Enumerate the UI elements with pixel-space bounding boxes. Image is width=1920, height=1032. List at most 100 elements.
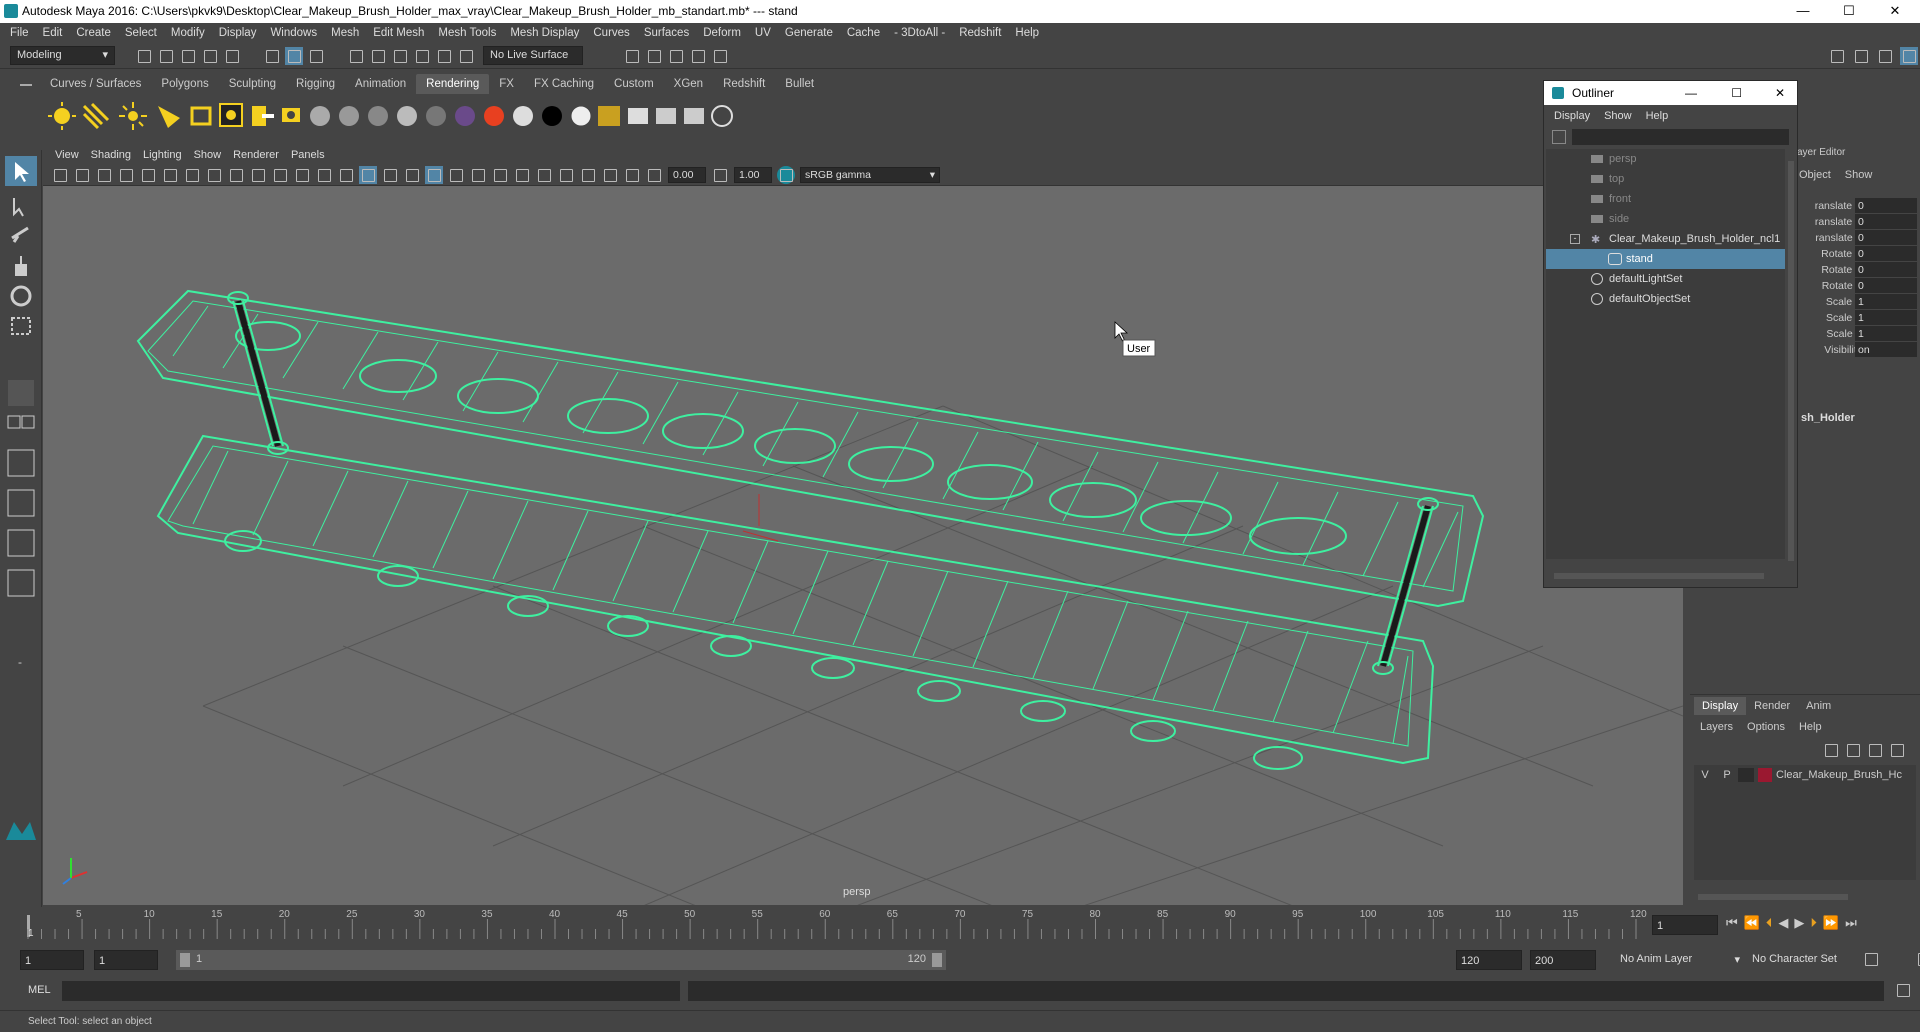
outliner-item-stand[interactable]: stand — [1546, 249, 1785, 269]
playback-start-field[interactable]: 1 — [94, 950, 158, 970]
shelf-tab-sculpting[interactable]: Sculpting — [219, 74, 286, 94]
hypershade-icon[interactable] — [711, 47, 729, 65]
channel-row[interactable]: Scale X1 — [1795, 294, 1920, 310]
panel-menu-view[interactable]: View — [55, 149, 79, 161]
area-light-icon[interactable] — [190, 106, 212, 126]
layer-tab-anim[interactable]: Anim — [1798, 697, 1839, 715]
maximize-button[interactable]: ☐ — [1826, 0, 1872, 23]
layout-hypershade-icon[interactable] — [7, 569, 35, 597]
animation-start-field[interactable]: 1 — [20, 950, 84, 970]
shelf-menu-icon[interactable] — [20, 84, 32, 86]
outliner-vertical-scrollbar[interactable] — [1788, 161, 1794, 561]
shelf-tab-fx[interactable]: FX — [489, 74, 524, 94]
layer-tab-render[interactable]: Render — [1746, 697, 1798, 715]
channel-row[interactable]: Rotate X0 — [1795, 246, 1920, 262]
time-slider-ruler[interactable]: 1 5 10 15 20 25 30 35 40 45 50 55 60 65 70 75 80 85 90 95 1… — [0, 907, 1660, 947]
channel-row[interactable]: ranslate Y0 — [1795, 214, 1920, 230]
menu-curves[interactable]: Curves — [593, 27, 629, 39]
move-layer-down-icon[interactable] — [1844, 741, 1862, 759]
open-scene-icon[interactable] — [157, 47, 175, 65]
shadows-icon[interactable] — [469, 166, 487, 184]
directional-light-icon[interactable] — [82, 102, 110, 130]
close-button[interactable]: ✕ — [1775, 81, 1785, 105]
menu-edit-mesh[interactable]: Edit Mesh — [373, 27, 424, 39]
select-camera-icon[interactable] — [51, 166, 69, 184]
film-gate-icon[interactable] — [205, 166, 223, 184]
channel-value[interactable]: 0 — [1855, 262, 1917, 277]
step-back-frame-icon[interactable]: ⏴ — [1766, 915, 1779, 931]
brush-holder-wireframe[interactable] — [136, 289, 1485, 770]
go-to-start-icon[interactable]: ⏮ — [1726, 915, 1744, 931]
shelf-tab-custom[interactable]: Custom — [604, 74, 664, 94]
magnet-icon[interactable] — [457, 47, 475, 65]
menu-mesh-tools[interactable]: Mesh Tools — [438, 27, 496, 39]
wireframe-on-shaded-icon[interactable] — [381, 166, 399, 184]
exposure-field[interactable]: 0.00 — [668, 166, 706, 183]
panel-menu-renderer[interactable]: Renderer — [233, 149, 279, 161]
filter-icon[interactable] — [1552, 130, 1566, 144]
snap-view-icon[interactable] — [413, 47, 431, 65]
field-chart-icon[interactable] — [271, 166, 289, 184]
layer-type-toggle[interactable] — [1738, 768, 1754, 782]
outliner-item-defaultlightset[interactable]: defaultLightSet — [1546, 269, 1785, 289]
auto-key-icon[interactable] — [1862, 950, 1880, 968]
menu-generate[interactable]: Generate — [785, 27, 833, 39]
range-start-handle[interactable] — [180, 953, 190, 967]
outliner-title-bar[interactable]: Outliner — ☐ ✕ — [1544, 81, 1797, 105]
layout-two-icon[interactable] — [7, 449, 35, 477]
shelf-tab-fx-caching[interactable]: FX Caching — [524, 74, 604, 94]
spot-light-icon[interactable] — [158, 106, 180, 128]
shader-sphere-3-icon[interactable] — [368, 106, 388, 126]
menu-create[interactable]: Create — [76, 27, 111, 39]
view-transform-dropdown[interactable]: sRGB gamma ▾ — [800, 166, 940, 183]
shader-ramp-icon[interactable] — [484, 106, 504, 126]
minimize-button[interactable]: — — [1685, 81, 1697, 105]
modeling-toolkit-icon[interactable] — [1828, 47, 1846, 65]
camera-attributes-icon[interactable] — [73, 166, 91, 184]
step-forward-key-icon[interactable]: ⏩ — [1823, 915, 1845, 931]
outliner-item-persp[interactable]: persp — [1546, 149, 1785, 169]
select-by-hierarchy-icon[interactable] — [263, 47, 281, 65]
outliner-item-side[interactable]: side — [1546, 209, 1785, 229]
channel-row[interactable]: ranslate Z0 — [1795, 230, 1920, 246]
layer-menu-options[interactable]: Options — [1747, 721, 1785, 733]
xray-components-icon[interactable] — [623, 166, 641, 184]
motion-blur-icon[interactable] — [513, 166, 531, 184]
channel-row[interactable]: Scale Y1 — [1795, 310, 1920, 326]
channel-value[interactable]: 0 — [1855, 246, 1917, 261]
outliner-menu-help[interactable]: Help — [1646, 105, 1669, 127]
layer-visibility-toggle[interactable]: V — [1694, 769, 1716, 781]
menu-help[interactable]: Help — [1015, 27, 1039, 39]
new-layer-icon[interactable] — [1866, 741, 1884, 759]
channel-tab-show[interactable]: Show — [1845, 169, 1873, 181]
menu-deform[interactable]: Deform — [703, 27, 741, 39]
shading-network-icon[interactable] — [711, 105, 733, 127]
range-end-handle[interactable] — [932, 953, 942, 967]
shader-light-icon[interactable] — [570, 105, 592, 127]
maximize-button[interactable]: ☐ — [1731, 81, 1742, 105]
outliner-item-top[interactable]: top — [1546, 169, 1785, 189]
shader-sphere-1-icon[interactable] — [310, 106, 330, 126]
isolate-select-icon[interactable] — [579, 166, 597, 184]
channel-row[interactable]: Rotate Z0 — [1795, 278, 1920, 294]
move-layer-up-icon[interactable] — [1822, 741, 1840, 759]
gate-mask-icon[interactable] — [249, 166, 267, 184]
command-input[interactable] — [62, 981, 680, 1001]
channel-value[interactable]: on — [1855, 342, 1917, 357]
channel-value[interactable]: 0 — [1855, 214, 1917, 229]
volume-light-icon[interactable] — [219, 103, 243, 127]
collapse-toggle-icon[interactable]: - — [1570, 234, 1580, 244]
menu-file[interactable]: File — [10, 27, 29, 39]
channel-value[interactable]: 1 — [1855, 326, 1917, 341]
undo-icon[interactable] — [201, 47, 219, 65]
outliner-item-front[interactable]: front — [1546, 189, 1785, 209]
safe-title-icon[interactable] — [315, 166, 333, 184]
outliner-menu-display[interactable]: Display — [1554, 105, 1590, 127]
layer-row[interactable]: V P Clear_Makeup_Brush_Hc — [1694, 765, 1916, 785]
animation-end-field[interactable]: 200 — [1530, 950, 1596, 970]
step-forward-frame-icon[interactable]: ⏵ — [1810, 915, 1823, 931]
layer-tab-display[interactable]: Display — [1694, 697, 1747, 715]
use-all-lights-icon[interactable] — [447, 166, 465, 184]
layer-menu-help[interactable]: Help — [1799, 721, 1822, 733]
shader-sphere-2-icon[interactable] — [339, 106, 359, 126]
